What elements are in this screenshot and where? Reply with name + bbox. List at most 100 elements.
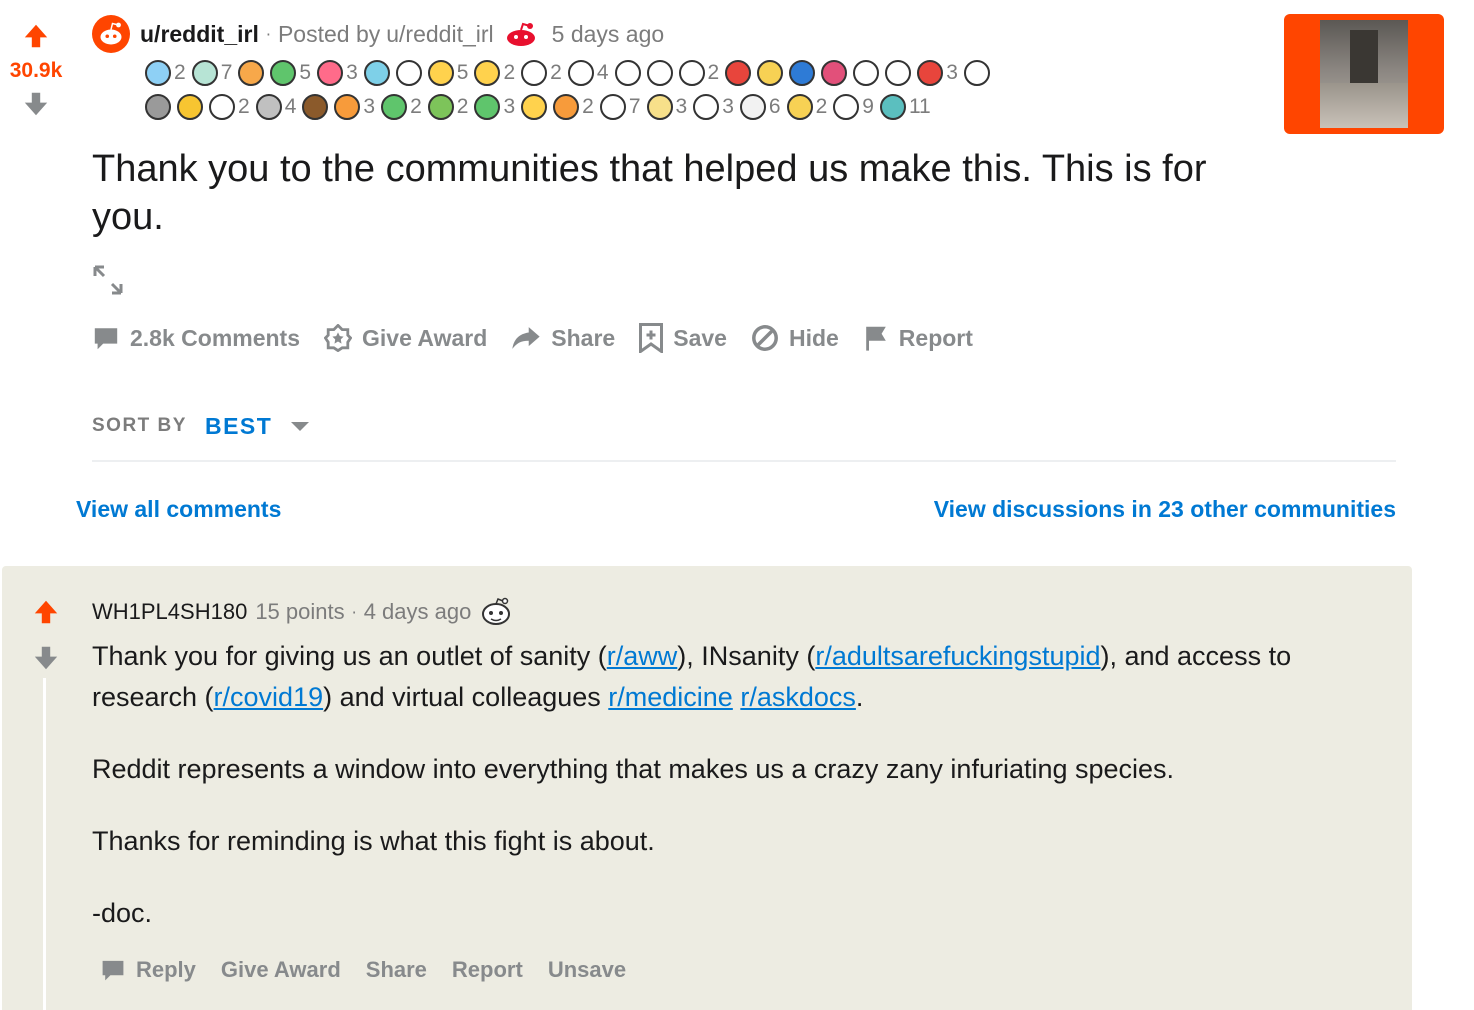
give-award-label: Give Award xyxy=(362,324,488,351)
award-item[interactable]: 9 xyxy=(833,94,874,120)
upvote-arrow-icon xyxy=(34,600,58,624)
award-item[interactable]: 2 xyxy=(145,60,186,86)
award-item[interactable]: 2 xyxy=(427,94,468,120)
award-item[interactable]: 11 xyxy=(879,94,931,120)
subreddit-link-askdocs[interactable]: r/askdocs xyxy=(740,682,856,712)
award-item[interactable] xyxy=(145,94,171,120)
award-item[interactable] xyxy=(646,60,673,86)
post-thumbnail[interactable] xyxy=(1284,14,1444,134)
expand-icon xyxy=(93,265,123,295)
post-time: 5 days ago xyxy=(551,20,665,47)
comment-author[interactable]: WH1PL4SH180 xyxy=(92,599,247,625)
chef-award-icon xyxy=(853,60,880,86)
award-item[interactable] xyxy=(789,60,816,86)
comment-unsave-button[interactable]: Unsave xyxy=(548,957,626,983)
award-item[interactable] xyxy=(363,60,390,86)
hide-icon xyxy=(752,325,778,351)
snoo-head-award-icon xyxy=(395,60,422,86)
snoo-head-award-icon[interactable] xyxy=(479,597,513,627)
smirk-award-icon xyxy=(209,94,235,120)
hide-button[interactable]: Hide xyxy=(751,324,839,352)
award-item[interactable] xyxy=(885,60,912,86)
subreddit-link-covid19[interactable]: r/covid19 xyxy=(214,682,324,712)
thread-line[interactable] xyxy=(43,678,46,1010)
award-item[interactable]: 2 xyxy=(381,94,422,120)
award-item[interactable]: 2 xyxy=(553,94,594,120)
award-item[interactable]: 3 xyxy=(317,60,358,86)
award-item[interactable] xyxy=(614,60,641,86)
award-item[interactable] xyxy=(238,60,265,86)
comment-share-button[interactable]: Share xyxy=(366,957,427,983)
award-item[interactable]: 2 xyxy=(209,94,250,120)
award-item[interactable]: 4 xyxy=(255,94,297,120)
award-item[interactable]: 3 xyxy=(693,94,734,120)
subreddit-name[interactable]: u/reddit_irl xyxy=(140,21,259,48)
comment-report-button[interactable]: Report xyxy=(452,957,523,983)
upvote-button[interactable] xyxy=(20,20,52,52)
awards-list: 2753522423 2 4 3 2 2 3 2 7 3 3 6 2 9 11 xyxy=(145,56,1255,124)
comments-button[interactable]: 2.8k Comments xyxy=(92,324,300,352)
award-item[interactable]: 2 xyxy=(678,60,719,86)
award-item[interactable]: 6 xyxy=(739,94,781,120)
subreddit-avatar[interactable] xyxy=(92,15,130,53)
award-item[interactable] xyxy=(395,60,422,86)
expand-button[interactable] xyxy=(92,264,124,296)
award-item[interactable] xyxy=(821,60,848,86)
save-button[interactable]: Save xyxy=(639,323,727,353)
balloon-award-icon xyxy=(614,60,641,86)
clap-award-icon xyxy=(474,60,501,86)
comment-meta: WH1PL4SH180 15 points · 4 days ago xyxy=(92,594,513,630)
award-item[interactable]: 2 xyxy=(521,60,562,86)
skull-award-icon xyxy=(521,60,548,86)
upvote-arrow-icon xyxy=(24,24,48,48)
subreddit-link-aww[interactable]: r/aww xyxy=(607,641,678,671)
comment-upvote-button[interactable] xyxy=(30,596,62,628)
sort-dropdown[interactable]: BEST xyxy=(205,413,310,440)
award-item[interactable]: 2 xyxy=(786,94,827,120)
award-item[interactable] xyxy=(853,60,880,86)
award-item[interactable]: 2 xyxy=(474,60,515,86)
award-count: 4 xyxy=(284,95,297,118)
kiss-award-icon xyxy=(917,60,944,86)
award-item[interactable] xyxy=(963,60,990,86)
award-item[interactable] xyxy=(757,60,784,86)
post-title[interactable]: Thank you to the communities that helped… xyxy=(92,145,1262,241)
award-count: 4 xyxy=(596,61,609,84)
view-all-comments-link[interactable]: View all comments xyxy=(76,496,281,523)
award-icon xyxy=(324,324,353,352)
comment-give-award-button[interactable]: Give Award xyxy=(221,957,341,983)
award-item[interactable] xyxy=(177,94,203,120)
subreddit-link-adultsarefuckingstupid[interactable]: r/adultsarefuckingstupid xyxy=(815,641,1100,671)
award-item[interactable]: 3 xyxy=(334,94,375,120)
award-item[interactable]: 3 xyxy=(917,60,958,86)
comment-paragraph: Thanks for reminding is what this fight … xyxy=(92,826,655,856)
award-count: 5 xyxy=(456,61,469,84)
award-item[interactable]: 5 xyxy=(427,60,469,86)
award-item[interactable]: 7 xyxy=(191,60,232,86)
award-item[interactable] xyxy=(521,94,548,120)
meta-separator: · xyxy=(351,602,357,622)
award-item[interactable]: 3 xyxy=(474,94,515,120)
award-item[interactable]: 7 xyxy=(599,94,641,120)
snoo-party-award-icon xyxy=(963,60,990,86)
award-item[interactable]: 5 xyxy=(270,60,311,86)
view-discussions-link[interactable]: View discussions in 23 other communities xyxy=(934,496,1396,523)
comment-vote-column xyxy=(30,596,62,674)
sort-control: SORT BY BEST xyxy=(92,406,310,446)
report-button[interactable]: Report xyxy=(863,324,973,352)
give-award-button[interactable]: Give Award xyxy=(324,324,487,352)
award-item[interactable] xyxy=(302,94,329,120)
share-button[interactable]: Share xyxy=(511,324,615,352)
sun-award-icon xyxy=(521,94,548,120)
award-item[interactable]: 4 xyxy=(567,60,609,86)
downvote-button[interactable] xyxy=(20,88,52,120)
comment-downvote-button[interactable] xyxy=(30,642,62,674)
hands-award-icon xyxy=(646,60,673,86)
heart-eyes-award-icon xyxy=(317,60,344,86)
posted-by-user[interactable]: u/reddit_irl xyxy=(386,21,493,48)
reply-button[interactable]: Reply xyxy=(100,957,196,983)
surprised-award-icon xyxy=(885,60,912,86)
subreddit-link-medicine[interactable]: r/medicine xyxy=(608,682,733,712)
award-item[interactable]: 3 xyxy=(646,94,687,120)
award-item[interactable] xyxy=(725,60,752,86)
